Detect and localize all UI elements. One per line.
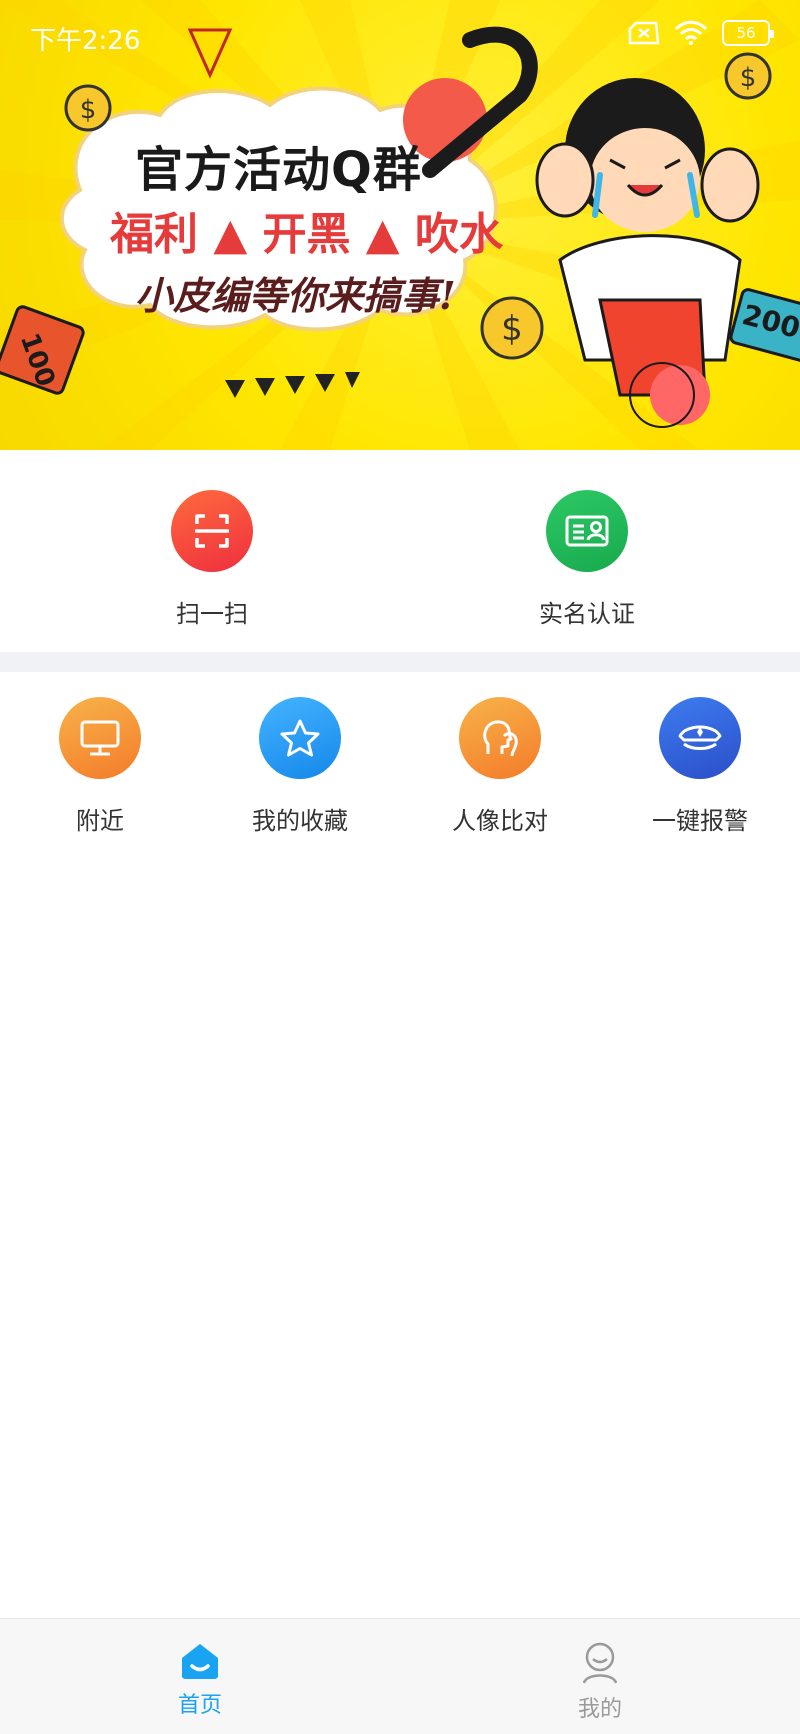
scan-label: 扫一扫 <box>176 600 248 628</box>
police-cap-icon <box>659 697 741 779</box>
battery-level: 56 <box>736 24 756 42</box>
app-home-screen: $ $ $ 100 200 官方活动Q群 福利 ▲ 开黑 ▲ 吹水 小皮编等你来… <box>0 0 800 1734</box>
status-icons: 56 <box>628 20 774 46</box>
monitor-icon <box>59 697 141 779</box>
star-icon <box>259 697 341 779</box>
face-compare-button[interactable]: 人像比对 <box>420 697 580 836</box>
section-divider <box>0 652 800 672</box>
nav-mine[interactable]: 我的 <box>400 1619 800 1734</box>
face-compare-icon <box>459 697 541 779</box>
status-time: 下午2:26 <box>30 26 141 56</box>
bottom-navigation: 首页 我的 <box>0 1618 800 1734</box>
home-icon <box>182 1644 218 1679</box>
emergency-alarm-label: 一键报警 <box>652 807 748 835</box>
wifi-icon <box>674 20 708 45</box>
svg-text:$: $ <box>80 95 97 125</box>
primary-actions: 扫一扫 实名认证 <box>0 450 800 652</box>
secondary-actions: 附近 我的收藏 人像比对 一键报警 <box>0 672 800 835</box>
nav-home[interactable]: 首页 <box>0 1619 400 1734</box>
face-compare-label: 人像比对 <box>452 807 548 835</box>
user-icon <box>582 1642 618 1684</box>
banner-title: 官方活动Q群 <box>135 142 422 198</box>
nav-home-label: 首页 <box>177 1693 222 1718</box>
sim-off-icon <box>628 21 660 45</box>
scan-icon <box>171 490 253 572</box>
promo-banner[interactable]: $ $ $ 100 200 官方活动Q群 福利 ▲ 开黑 ▲ 吹水 小皮编等你来… <box>0 0 800 450</box>
real-name-verification-label: 实名认证 <box>539 600 635 628</box>
favorites-label: 我的收藏 <box>252 807 348 835</box>
scan-button[interactable]: 扫一扫 <box>132 490 292 629</box>
svg-text:$: $ <box>501 309 523 349</box>
status-bar: 下午2:26 56 <box>0 0 800 72</box>
real-name-verification-button[interactable]: 实名认证 <box>507 490 667 629</box>
banner-subtitle: 福利 ▲ 开黑 ▲ 吹水 <box>110 209 503 260</box>
nearby-label: 附近 <box>76 807 124 835</box>
banner-tagline: 小皮编等你来搞事! <box>135 273 456 318</box>
nearby-button[interactable]: 附近 <box>20 697 180 836</box>
nav-mine-label: 我的 <box>577 1697 622 1722</box>
battery-indicator: 56 <box>722 20 774 46</box>
favorites-button[interactable]: 我的收藏 <box>220 697 380 836</box>
id-card-icon <box>546 490 628 572</box>
emergency-alarm-button[interactable]: 一键报警 <box>620 697 780 836</box>
